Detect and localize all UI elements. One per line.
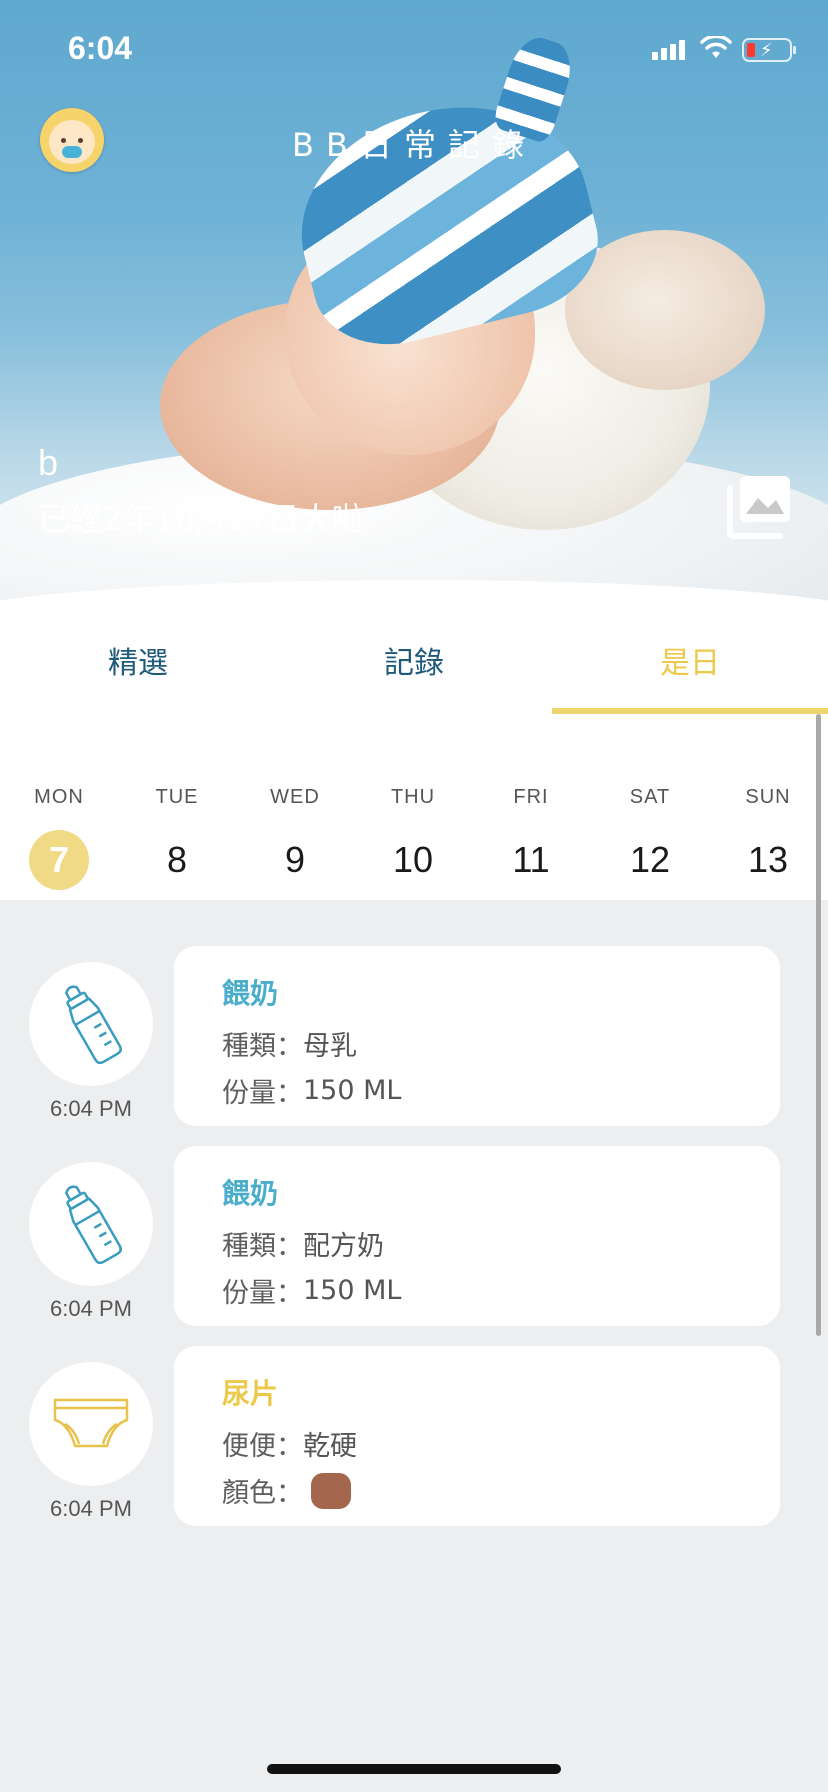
signal-icon: [652, 40, 685, 60]
record-value: 150 ML: [303, 1275, 402, 1306]
bottle-icon: [65, 1185, 122, 1265]
record-item[interactable]: 6:04 PM 尿片 便便： 乾硬 顏色：: [0, 1346, 828, 1526]
tab-featured[interactable]: 精選: [0, 606, 276, 714]
record-title: 餵奶: [222, 977, 279, 1010]
battery-icon: ⚡: [742, 38, 796, 62]
wifi-icon: [700, 36, 732, 58]
tab-records[interactable]: 記錄: [276, 606, 552, 714]
baby-age: 已經2年10月27日大啦: [38, 500, 364, 538]
color-swatch: [311, 1472, 351, 1509]
record-value: 配方奶: [303, 1231, 384, 1262]
record-title: 餵奶: [222, 1177, 279, 1210]
status-bar: 6:04 ⚡: [0, 0, 828, 100]
week-calendar: MON 7 TUE 8 WED 9 THU 10 FRI 11 SAT 12 S…: [0, 714, 828, 900]
record-item[interactable]: 6:04 PM 餵奶 種類： 母乳 份量： 150 ML: [0, 946, 828, 1126]
bottle-icon: [65, 985, 122, 1065]
baby-name: b: [38, 442, 59, 483]
record-card[interactable]: 餵奶 種類： 配方奶 份量： 150 ML: [174, 1146, 780, 1326]
record-label: 便便：: [222, 1431, 303, 1462]
record-label: 種類：: [222, 1231, 303, 1262]
record-value: 母乳: [303, 1031, 357, 1062]
record-value: 乾硬: [303, 1431, 357, 1462]
record-card[interactable]: 餵奶 種類： 母乳 份量： 150 ML: [174, 946, 780, 1126]
tab-bar: 精選 記錄 是日: [0, 606, 828, 714]
record-label: 份量：: [222, 1278, 303, 1309]
home-indicator: [267, 1764, 561, 1774]
record-label: 種類：: [222, 1031, 303, 1062]
record-label: 顏色：: [222, 1478, 303, 1509]
record-time: 6:04 PM: [50, 1296, 132, 1321]
record-title: 尿片: [222, 1377, 279, 1410]
record-time: 6:04 PM: [50, 1496, 132, 1521]
record-card[interactable]: 尿片 便便： 乾硬 顏色：: [174, 1346, 780, 1526]
status-time: 6:04: [68, 30, 133, 66]
tab-today[interactable]: 是日: [552, 606, 828, 714]
record-time: 6:04 PM: [50, 1096, 132, 1121]
record-label: 份量：: [222, 1078, 303, 1109]
gallery-icon[interactable]: [726, 474, 792, 540]
record-value: 150 ML: [303, 1075, 402, 1106]
record-item[interactable]: 6:04 PM 餵奶 種類： 配方奶 份量： 150 ML: [0, 1146, 828, 1326]
diaper-icon: [53, 1398, 129, 1448]
app-title: BB日常記錄: [292, 126, 536, 164]
selected-day: 7: [29, 830, 89, 890]
